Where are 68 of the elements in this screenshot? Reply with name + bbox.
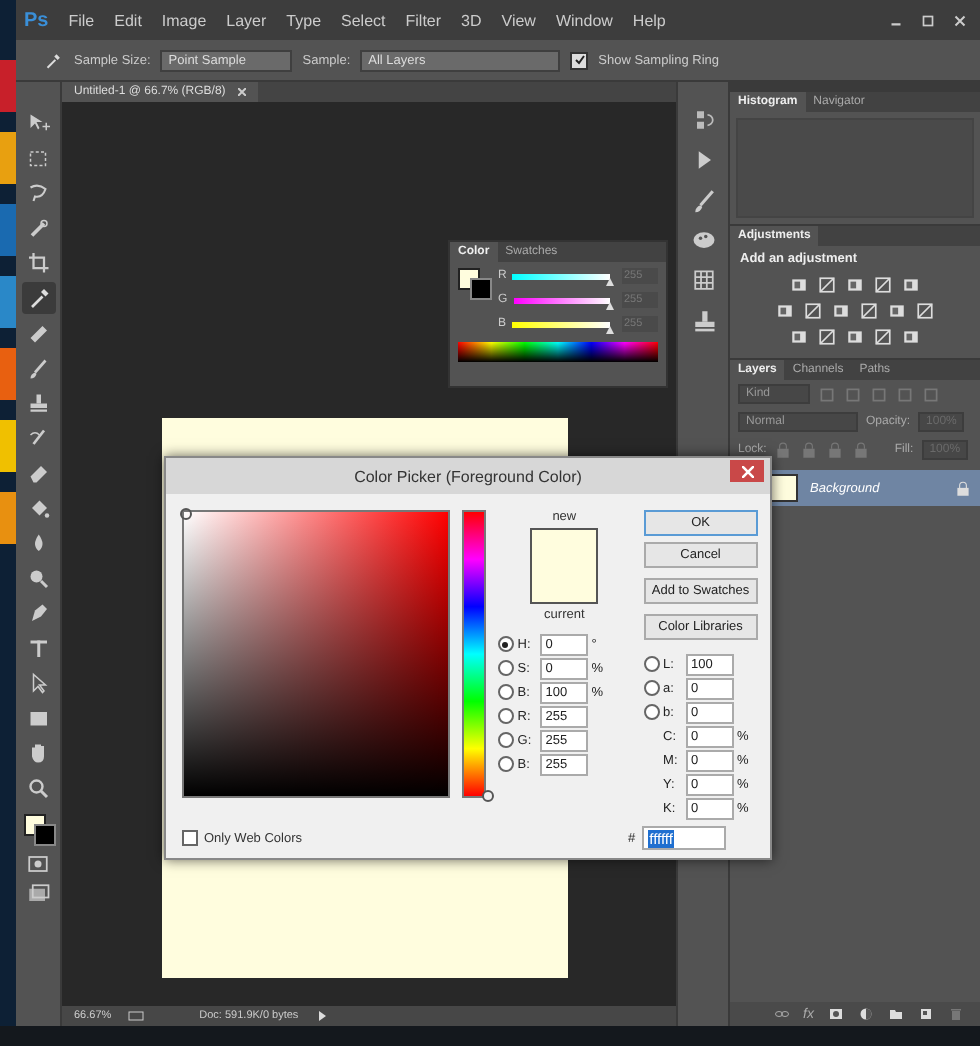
color-field[interactable] bbox=[182, 510, 450, 798]
color-preview bbox=[530, 528, 599, 604]
checkbox[interactable] bbox=[182, 830, 198, 846]
radio-button[interactable] bbox=[497, 684, 514, 700]
lock-icon bbox=[954, 479, 972, 497]
healing-icon bbox=[26, 320, 50, 344]
radio-button[interactable] bbox=[643, 704, 660, 720]
slider-thumb[interactable] bbox=[481, 790, 494, 802]
adjustment-icon[interactable] bbox=[818, 328, 836, 346]
menu-item[interactable]: Filter bbox=[405, 11, 442, 29]
menu-item[interactable]: Help bbox=[632, 11, 666, 29]
menu-item[interactable]: 3D bbox=[461, 11, 482, 29]
crop-icon bbox=[26, 250, 50, 274]
menu-item[interactable]: Select bbox=[341, 11, 386, 29]
menu-item[interactable]: Type bbox=[286, 11, 322, 29]
quick-select-icon bbox=[26, 215, 50, 239]
color-swatches[interactable] bbox=[458, 268, 490, 300]
close-icon[interactable] bbox=[237, 88, 246, 96]
type-icon bbox=[26, 635, 50, 659]
pen-icon bbox=[26, 600, 50, 624]
radio-button[interactable] bbox=[497, 732, 514, 748]
color-spectrum[interactable] bbox=[458, 342, 658, 362]
adjustment-icon[interactable] bbox=[916, 302, 934, 320]
mask-icon[interactable] bbox=[828, 1006, 844, 1022]
eyedropper-icon bbox=[26, 285, 50, 309]
menu-item[interactable]: File bbox=[68, 11, 95, 29]
status-icon[interactable] bbox=[127, 1008, 144, 1024]
adjustment-icon[interactable] bbox=[860, 302, 878, 320]
grid-icon[interactable] bbox=[689, 266, 717, 294]
radio-button[interactable] bbox=[497, 708, 514, 724]
radio-button[interactable] bbox=[497, 660, 514, 676]
adjustment-icon[interactable] bbox=[804, 302, 822, 320]
eraser-icon bbox=[26, 460, 50, 484]
menu-item[interactable]: Image bbox=[161, 11, 207, 29]
stamp-icon[interactable] bbox=[689, 306, 717, 334]
eyedropper-tool[interactable] bbox=[21, 281, 55, 313]
radio-button[interactable] bbox=[497, 756, 514, 772]
brush-icon bbox=[26, 355, 50, 379]
brush-icon[interactable] bbox=[689, 186, 717, 214]
history-brush-icon bbox=[26, 425, 50, 449]
app-logo: Ps bbox=[24, 9, 49, 31]
radio-button[interactable] bbox=[643, 656, 660, 672]
hand-icon bbox=[26, 740, 50, 764]
dialog-title: Color Picker (Foreground Color) bbox=[354, 467, 582, 485]
radio-button[interactable] bbox=[643, 680, 660, 696]
menu-item[interactable]: Layer bbox=[226, 11, 267, 29]
close-button[interactable] bbox=[730, 460, 764, 482]
folder-icon[interactable] bbox=[888, 1006, 904, 1022]
menu-item[interactable]: Edit bbox=[114, 11, 142, 29]
move-icon bbox=[26, 110, 50, 134]
radio-button[interactable] bbox=[497, 636, 514, 652]
menu-item[interactable]: Window bbox=[555, 11, 613, 29]
adjustment-layer-icon[interactable] bbox=[858, 1006, 874, 1022]
adjustment-icon[interactable] bbox=[874, 276, 892, 294]
stamp-icon bbox=[26, 390, 50, 414]
zoom-icon bbox=[26, 775, 50, 799]
link-icon[interactable] bbox=[773, 1006, 790, 1022]
checkbox[interactable] bbox=[570, 51, 589, 69]
dodge-icon bbox=[26, 565, 50, 589]
adjustment-icon[interactable] bbox=[874, 328, 892, 346]
new-layer-icon[interactable] bbox=[918, 1006, 934, 1022]
menu-item[interactable]: View bbox=[501, 11, 536, 29]
marquee-icon bbox=[26, 145, 50, 169]
adjustment-icon[interactable] bbox=[818, 276, 836, 294]
color-swatches[interactable] bbox=[21, 814, 55, 846]
close-icon bbox=[741, 465, 753, 477]
lasso-icon bbox=[26, 180, 50, 204]
palette-icon[interactable] bbox=[689, 226, 717, 254]
